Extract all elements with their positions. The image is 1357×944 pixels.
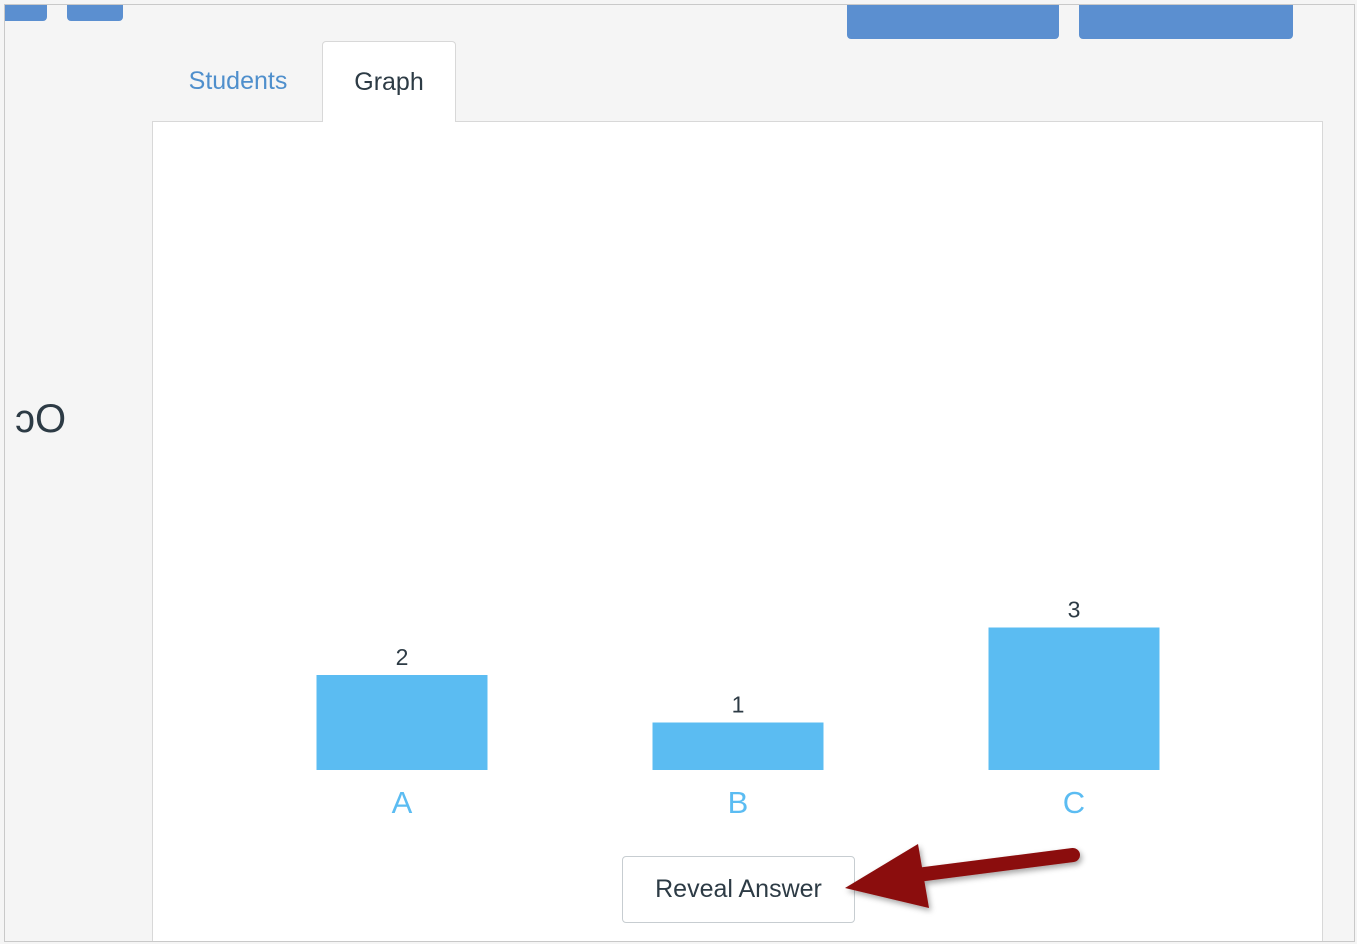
tab-graph[interactable]: Graph bbox=[322, 41, 456, 122]
reveal-answer-button[interactable]: Reveal Answer bbox=[622, 856, 855, 923]
bar-c bbox=[988, 627, 1160, 770]
data-label-c: 3 bbox=[1068, 597, 1081, 623]
bar-b bbox=[652, 722, 824, 770]
bar-a bbox=[316, 675, 488, 770]
data-label-b: 1 bbox=[732, 692, 745, 718]
category-label-b: B bbox=[728, 785, 749, 820]
data-label-a: 2 bbox=[396, 644, 409, 670]
category-label-c: C bbox=[1063, 785, 1085, 820]
app-window: ɔO Students Graph 2 A 1 B 3 C Reveal Answer bbox=[4, 4, 1355, 942]
toolbar-button-2[interactable] bbox=[1079, 5, 1293, 39]
graph-panel: 2 A 1 B 3 C Reveal Answer bbox=[152, 121, 1323, 941]
top-left-button[interactable] bbox=[5, 5, 47, 21]
truncated-question-text: ɔO bbox=[15, 397, 67, 441]
category-label-a: A bbox=[392, 785, 413, 820]
toolbar-button-1[interactable] bbox=[847, 5, 1059, 39]
results-bar-chart: 2 A 1 B 3 C bbox=[316, 597, 1160, 820]
top-left-button-2[interactable] bbox=[67, 5, 123, 21]
tab-students[interactable]: Students bbox=[155, 41, 321, 122]
